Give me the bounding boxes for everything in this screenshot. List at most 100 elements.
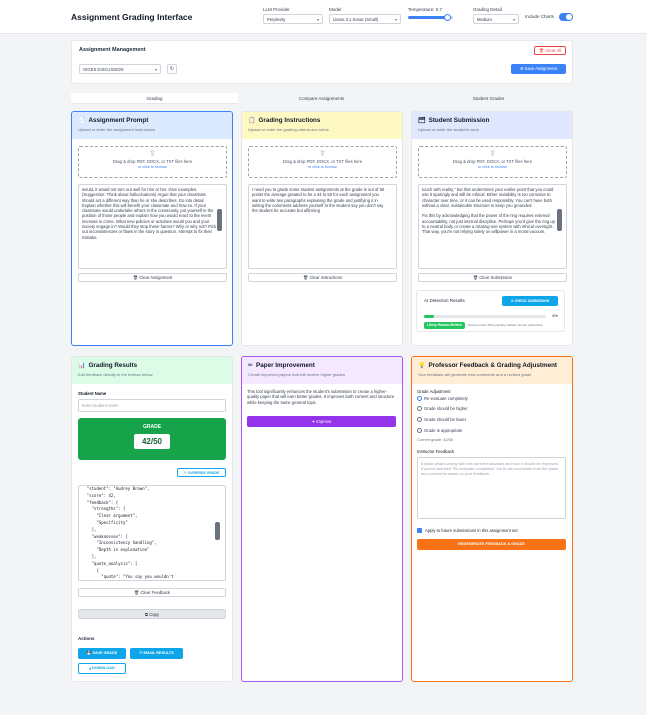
code-line: "Depth in explanation" <box>82 547 150 553</box>
grading-detail-value: Medium <box>477 17 492 22</box>
ai-note: Scores under 30% typically indicate huma… <box>468 323 543 327</box>
clear-assignment-button[interactable]: 🗑 Clear Assignment <box>78 273 227 282</box>
browse-link[interactable]: or click to browse <box>419 165 566 169</box>
app-header: Assignment Grading Interface LLM Provide… <box>0 0 647 34</box>
regenerate-feedback-button[interactable]: REGENERATE FEEDBACK & GRADE <box>417 539 566 550</box>
chevron-down-icon: ▾ <box>316 17 319 22</box>
current-grade: Current grade: 42/50 <box>417 437 453 442</box>
llm-provider-label: LLM Provider <box>263 7 290 12</box>
email-results-button[interactable]: ✉ EMAIL RESULTS <box>130 648 183 659</box>
assignment-management: Assignment Management 🗑 Clear All GIGES … <box>71 40 573 84</box>
include-charts-toggle[interactable] <box>559 13 573 21</box>
submission-textarea[interactable]: touch with reality," but that undermines… <box>418 184 567 269</box>
upload-icon: ⇪ <box>149 149 156 158</box>
search-icon: ⊙ <box>510 299 514 303</box>
radio-label: Grade should be lower <box>424 417 467 422</box>
tab-grading[interactable]: Grading <box>71 93 238 104</box>
grading-instructions-card: 📋 Grading Instructions Upload or enter th… <box>241 111 403 346</box>
download-label: DOWNLOAD <box>91 666 115 670</box>
instructor-feedback-textarea[interactable]: Explain what's wrong with the current ev… <box>417 457 566 519</box>
feedback-json-editor[interactable]: "student": "Audrey Brown", "score": 42, … <box>78 485 226 581</box>
chart-icon: 📊 <box>78 363 86 369</box>
clear-feedback-button[interactable]: 🗑 Clear Feedback <box>78 588 226 597</box>
prompt-textarea[interactable]: would, it would not turn out well for hi… <box>78 184 227 269</box>
card-header: 📊 Grading Results Edit feedback directly … <box>72 357 232 384</box>
management-title: Assignment Management <box>79 47 146 53</box>
browse-link[interactable]: or click to browse <box>249 165 396 169</box>
temperature-label: Temperature: 0.7 <box>408 7 443 12</box>
clear-instructions-button[interactable]: 🗑 Clear Instructions <box>248 273 397 282</box>
assignment-select-value: GIGES DISCUSSION <box>83 67 124 72</box>
student-name-input[interactable]: Enter student name <box>78 399 226 412</box>
instructions-dropzone[interactable]: ⇪ Drag & drop PDF, DOCX, or TXT files he… <box>248 146 397 178</box>
grade-adjustment-label: Grade Adjustment <box>417 389 451 394</box>
radio-button[interactable] <box>417 406 422 411</box>
code-line: "student": "Audrey Brown", <box>82 486 150 491</box>
scrollbar[interactable] <box>215 522 220 540</box>
code-line: "quote": "You say you wouldn't <box>82 574 174 580</box>
temperature-slider-thumb[interactable] <box>444 14 451 21</box>
tab-student-grades[interactable]: Student Grades <box>405 93 572 104</box>
card-subtitle: Upload or enter the grading criteria and… <box>248 127 329 132</box>
instructor-feedback-label: Instructor Feedback <box>417 449 455 454</box>
clear-all-button[interactable]: 🗑 Clear All <box>533 46 566 55</box>
grade-display: GRADE 42/50 <box>78 418 226 460</box>
download-icon: ⤓ <box>89 666 91 670</box>
instructions-textarea[interactable]: I need you to grade some student assignm… <box>248 184 397 269</box>
override-grade-button[interactable]: ✎ OVERRIDE GRADE <box>177 468 226 477</box>
save-assignment-button[interactable]: ⊕ Save Assignment <box>511 64 566 74</box>
refresh-button[interactable]: ↻ <box>167 64 177 74</box>
prompt-dropzone[interactable]: ⇪ Drag & drop PDF, DOCX, or TXT files he… <box>78 146 227 178</box>
card-header: 🗂 Student Submission Upload or enter the … <box>412 112 572 139</box>
improve-description: This tool significantly enhances the stu… <box>247 389 395 405</box>
refresh-icon: ↻ <box>169 66 175 72</box>
radio-button[interactable] <box>417 417 422 422</box>
tab-compare-assignments[interactable]: Compare Assignments <box>238 93 405 104</box>
llm-provider-select[interactable]: Perplexity ▾ <box>263 14 323 24</box>
code-line: { <box>82 567 99 573</box>
browse-link[interactable]: or click to browse <box>79 165 226 169</box>
card-subtitle: Create improved papers that will receive… <box>248 372 345 377</box>
grading-detail-label: Grading Detail <box>473 7 502 12</box>
copy-button[interactable]: ⧉ Copy <box>78 609 226 619</box>
copy-icon: ⧉ <box>145 612 149 617</box>
dropzone-text: Drag & drop PDF, DOCX, or TXT files here <box>112 159 193 164</box>
radio-button[interactable] <box>417 396 422 401</box>
card-subtitle: Upload or enter the assignment instructi… <box>78 127 156 132</box>
radio-option[interactable]: Grade should be lower <box>417 417 466 422</box>
checkbox[interactable] <box>417 528 422 533</box>
radio-option[interactable]: Grade should be higher <box>417 406 468 411</box>
clear-submission-button[interactable]: 🗑 Clear Submission <box>418 273 567 282</box>
code-line: "Specificity" <box>82 519 128 525</box>
grade-value: 42/50 <box>134 434 170 449</box>
assignment-select[interactable]: GIGES DISCUSSION ▾ <box>79 64 161 74</box>
scrollbar[interactable] <box>557 209 562 231</box>
actions-label: Actions <box>78 636 95 641</box>
trash-icon: 🗑 <box>302 275 309 280</box>
download-button[interactable]: ⤓ DOWNLOAD <box>78 663 126 674</box>
ai-progress-fill <box>424 315 434 318</box>
sparkle-icon: ✦ <box>311 419 316 424</box>
upload-icon: ⇪ <box>489 149 496 158</box>
assignment-prompt-card: 📄 Assignment Prompt Upload or enter the a… <box>71 111 233 346</box>
radio-option[interactable]: Grade is appropriate <box>417 428 462 433</box>
card-header: 📋 Grading Instructions Upload or enter th… <box>242 112 402 139</box>
model-select[interactable]: Llama 3.1 Sonar (Small) ▾ <box>329 14 401 24</box>
scrollbar[interactable] <box>217 209 222 231</box>
submission-dropzone[interactable]: ⇪ Drag & drop PDF, DOCX, or TXT files he… <box>418 146 567 178</box>
check-submission-label: CHECK SUBMISSION <box>514 299 550 303</box>
save-grade-button[interactable]: 💾 SAVE GRADE <box>78 648 126 659</box>
chevron-down-icon: ▾ <box>512 17 515 22</box>
apply-future-checkbox-row[interactable]: Apply to future submissions in this assi… <box>417 528 518 533</box>
improve-button[interactable]: ✦ Improve <box>247 416 396 427</box>
card-title: Grading Results <box>88 362 138 369</box>
student-name-label: Student Name <box>78 391 107 396</box>
radio-option[interactable]: Re-evaluate completely <box>417 396 468 401</box>
check-submission-button[interactable]: ⊙ CHECK SUBMISSION <box>502 296 558 306</box>
clipboard-icon: 📋 <box>248 118 256 124</box>
radio-button[interactable] <box>417 428 422 433</box>
lightbulb-icon: 💡 <box>418 363 426 369</box>
card-header: ✏ Paper Improvement Create improved paper… <box>242 357 402 384</box>
ai-progress-bar <box>424 315 546 318</box>
grading-detail-select[interactable]: Medium ▾ <box>473 14 519 24</box>
